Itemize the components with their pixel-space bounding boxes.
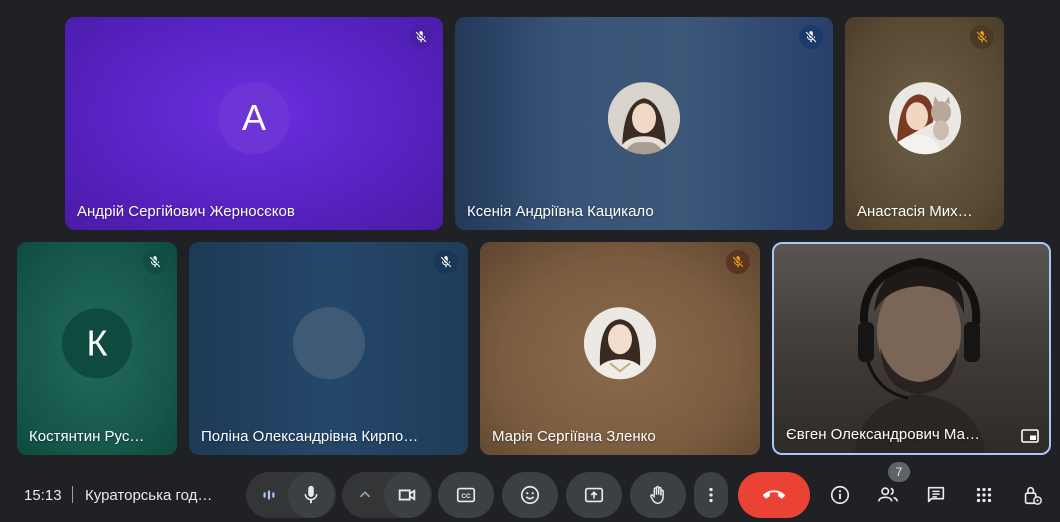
participant-name: Анастасія Мих… bbox=[857, 203, 973, 220]
audio-level-icon bbox=[252, 478, 286, 512]
participant-name: Андрій Сергійович Жерносєков bbox=[77, 203, 295, 220]
present-button[interactable] bbox=[566, 472, 622, 518]
more-vert-icon bbox=[709, 487, 713, 503]
participant-tile[interactable]: Ксенія Андріївна Кацикало bbox=[455, 17, 833, 230]
info-icon bbox=[830, 485, 850, 505]
avatar: А bbox=[218, 81, 290, 154]
mic-off-icon bbox=[970, 25, 994, 49]
participant-tile[interactable]: Анастасія Мих… bbox=[845, 17, 1004, 230]
svg-text:CC: CC bbox=[461, 493, 471, 500]
mic-off-icon bbox=[726, 250, 750, 274]
chevron-up-icon[interactable] bbox=[348, 478, 382, 512]
host-controls-button[interactable] bbox=[1015, 478, 1049, 512]
people-button[interactable] bbox=[871, 478, 905, 512]
participants-count-badge: 7 bbox=[888, 462, 910, 482]
participant-name: Поліна Олександрівна Кирпо… bbox=[201, 428, 419, 445]
pip-icon[interactable] bbox=[1021, 429, 1039, 443]
hand-icon bbox=[650, 485, 664, 504]
participant-name: Ксенія Андріївна Кацикало bbox=[467, 203, 654, 220]
call-end-icon bbox=[763, 490, 785, 499]
participant-name: Марія Сергіївна Зленко bbox=[492, 428, 656, 445]
people-icon bbox=[878, 487, 898, 502]
clock: 15:13 bbox=[24, 487, 62, 504]
separator bbox=[72, 486, 73, 503]
raise-hand-button[interactable] bbox=[630, 472, 686, 518]
host-controls-icon bbox=[1024, 486, 1042, 505]
mic-off-icon bbox=[799, 25, 823, 49]
mic-off-icon bbox=[143, 250, 167, 274]
chat-icon bbox=[927, 486, 945, 503]
avatar bbox=[608, 81, 680, 154]
mic-off-icon bbox=[409, 25, 433, 49]
more-options-button[interactable] bbox=[694, 472, 728, 518]
participant-name: Євген Олександрович Ма… bbox=[786, 426, 980, 443]
participant-name: Костянтин Рус… bbox=[29, 428, 145, 445]
avatar: К bbox=[62, 307, 132, 378]
avatar-initial: К bbox=[86, 321, 108, 363]
activities-button[interactable] bbox=[967, 478, 1001, 512]
participant-tile-active[interactable]: Євген Олександрович Ма… bbox=[772, 242, 1051, 455]
leave-call-button[interactable] bbox=[738, 472, 810, 518]
mic-off-icon bbox=[434, 250, 458, 274]
camera-feed bbox=[854, 257, 986, 453]
meeting-title: Кураторська год… bbox=[85, 487, 213, 504]
mic-button[interactable] bbox=[288, 472, 334, 518]
profile-photo bbox=[608, 81, 680, 154]
reactions-button[interactable] bbox=[502, 472, 558, 518]
participant-tile[interactable]: Поліна Олександрівна Кирпо… bbox=[189, 242, 468, 455]
captions-button[interactable]: CC bbox=[438, 472, 494, 518]
avatar bbox=[584, 306, 656, 379]
avatar-initial: А bbox=[241, 96, 266, 138]
present-icon bbox=[584, 487, 604, 503]
profile-photo bbox=[888, 81, 961, 154]
camera-icon bbox=[398, 489, 416, 501]
apps-icon bbox=[976, 487, 992, 503]
chat-button[interactable] bbox=[919, 478, 953, 512]
avatar bbox=[888, 81, 961, 154]
profile-photo bbox=[584, 306, 656, 379]
avatar bbox=[292, 306, 365, 379]
camera-button[interactable] bbox=[384, 472, 430, 518]
captions-icon: CC bbox=[456, 487, 476, 503]
participant-tile[interactable]: К Костянтин Рус… bbox=[17, 242, 177, 455]
mic-icon bbox=[304, 485, 318, 504]
meeting-info-button[interactable] bbox=[823, 478, 857, 512]
participant-tile[interactable]: А Андрій Сергійович Жерносєков bbox=[65, 17, 443, 230]
participant-tile[interactable]: Марія Сергіївна Зленко bbox=[480, 242, 760, 455]
emoji-icon bbox=[520, 485, 540, 505]
